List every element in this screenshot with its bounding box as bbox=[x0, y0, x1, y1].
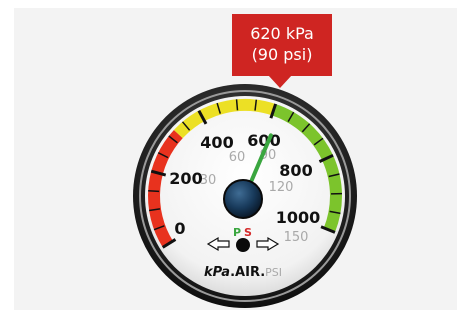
gauge-screen: 0 200 400 600 800 1000 30 60 90 120 150 … bbox=[0, 0, 471, 317]
double-arrow-sensor-icon bbox=[206, 236, 280, 252]
kpa-label-0: 0 bbox=[174, 219, 185, 238]
callout-kpa-value: 620 kPa bbox=[250, 24, 314, 43]
ps-label-s: S bbox=[244, 226, 252, 239]
callout-psi-value: (90 psi) bbox=[251, 45, 313, 64]
psi-label-30: 30 bbox=[200, 173, 217, 188]
psi-label-60: 60 bbox=[229, 150, 246, 165]
units-label: kPa.AIR.PSI bbox=[204, 265, 282, 280]
psi-label-120: 120 bbox=[269, 180, 294, 195]
kpa-label-800: 800 bbox=[279, 161, 312, 180]
kpa-label-200: 200 bbox=[169, 169, 202, 188]
kpa-label-1000: 1000 bbox=[276, 208, 321, 227]
tick-mark bbox=[148, 190, 160, 193]
gauge-hub bbox=[223, 179, 263, 219]
ps-label-p: P bbox=[233, 226, 241, 239]
pressure-callout: 620 kPa (90 psi) bbox=[232, 14, 332, 88]
psi-label-150: 150 bbox=[284, 230, 309, 245]
tick-mark bbox=[235, 99, 239, 111]
